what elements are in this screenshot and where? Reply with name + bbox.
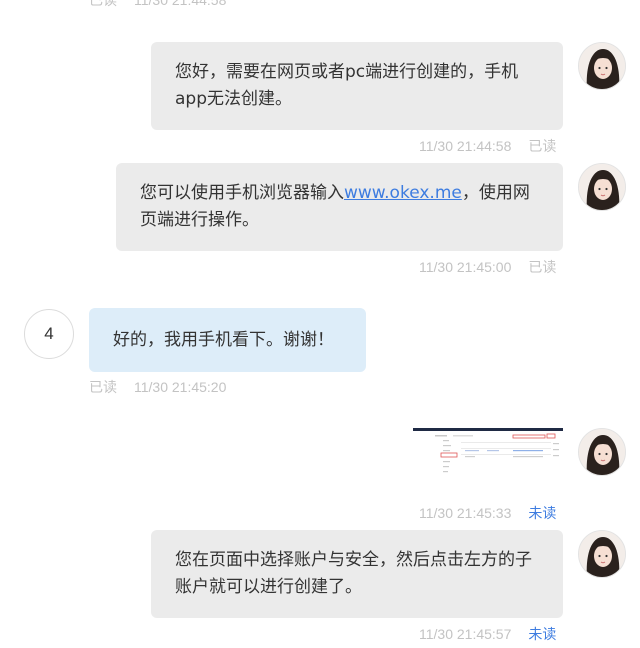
message-time: 11/30 21:45:00 — [419, 259, 512, 275]
read-status: 已读 — [528, 259, 557, 275]
message-bubble: 您可以使用手机浏览器输入www.okex.me，使用网页端进行操作。 — [116, 163, 563, 251]
message-meta: 已读 11/30 21:44:58 — [89, 0, 243, 10]
unread-status: 未读 — [528, 505, 557, 521]
message-text: 您在页面中选择账户与安全，然后点击左方的子账户就可以进行创建了。 — [175, 550, 532, 597]
message-time: 11/30 21:44:58 — [419, 138, 512, 154]
message-meta: 11/30 21:45:00 已读 — [419, 257, 556, 277]
message-time: 11/30 21:45:33 — [419, 505, 512, 521]
avatar — [578, 530, 626, 578]
message-bubble: 您在页面中选择账户与安全，然后点击左方的子账户就可以进行创建了。 — [151, 530, 563, 618]
message-meta: 11/30 21:44:58 已读 — [419, 136, 556, 156]
message-time: 11/30 21:45:57 — [419, 626, 512, 642]
avatar — [578, 163, 626, 211]
message-time: 11/30 21:44:58 — [134, 0, 227, 8]
message-text: 您好，需要在网页或者pc端进行创建的，手机app无法创建。 — [175, 62, 519, 109]
link-okex[interactable]: www.okex.me — [344, 183, 462, 203]
avatar — [578, 428, 626, 476]
message-bubble: 您好，需要在网页或者pc端进行创建的，手机app无法创建。 — [151, 42, 563, 130]
message-time: 11/30 21:45:20 — [134, 379, 227, 395]
message-meta: 11/30 21:45:33 未读 — [419, 503, 556, 523]
message-text: 您可以使用手机浏览器输入www.okex.me，使用网页端进行操作。 — [140, 183, 530, 230]
message-bubble: 好的，我用手机看下。谢谢！ — [89, 308, 366, 372]
message-meta: 11/30 21:45:57 未读 — [419, 624, 556, 644]
message-text: 好的，我用手机看下。谢谢！ — [113, 329, 334, 350]
read-status: 已读 — [528, 138, 557, 154]
read-status: 已读 — [89, 379, 117, 395]
message-meta: 已读 11/30 21:45:20 — [89, 377, 243, 397]
avatar — [578, 42, 626, 90]
image-attachment[interactable] — [413, 428, 563, 482]
read-status: 已读 — [89, 0, 117, 8]
user-avatar: 4 — [24, 309, 74, 359]
unread-status: 未读 — [528, 626, 557, 642]
